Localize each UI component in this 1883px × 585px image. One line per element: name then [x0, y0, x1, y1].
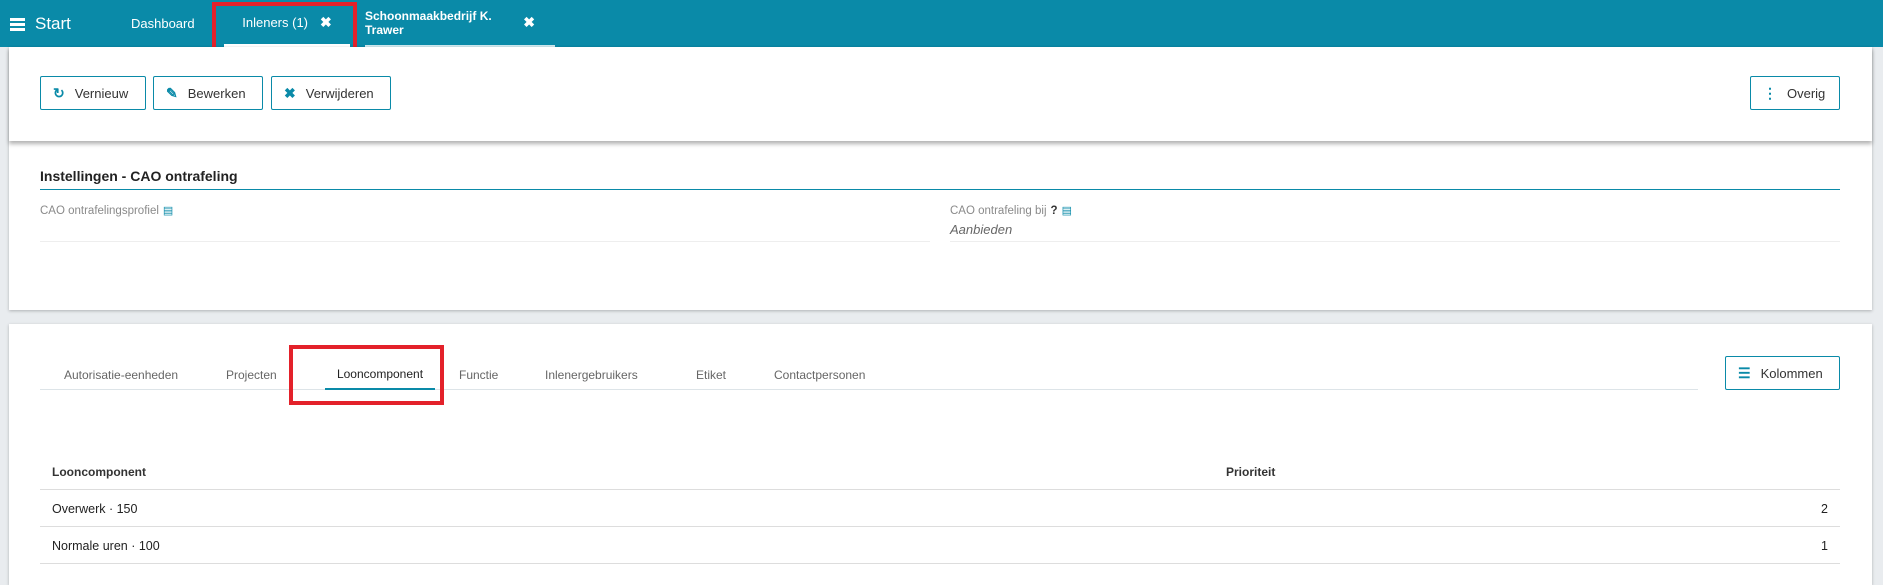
detail-panel: Instellingen - CAO ontrafeling CAO ontra… — [9, 47, 1872, 310]
tab-inlenergebruikers[interactable]: Inlenergebruikers — [545, 360, 638, 389]
columns-button[interactable]: ☰ Kolommen — [1725, 356, 1840, 390]
tab-functie[interactable]: Functie — [459, 360, 498, 389]
action-toolbar: ↻ Vernieuw ✎ Bewerken ✖ Verwijderen ⋮ Ov… — [9, 47, 1872, 141]
refresh-button[interactable]: ↻ Vernieuw — [40, 76, 146, 110]
start-menu[interactable]: Start — [10, 14, 71, 34]
cell-prioriteit: 1 — [1821, 538, 1828, 553]
column-header-looncomponent[interactable]: Looncomponent — [52, 453, 146, 490]
field-underline — [40, 241, 930, 242]
tab-inleners[interactable]: Inleners (1) ✖ — [224, 0, 350, 47]
help-icon[interactable]: ? — [1051, 205, 1058, 217]
delete-label: Verwijderen — [305, 85, 374, 101]
book-icon[interactable]: ▤ — [1062, 205, 1072, 217]
table-row[interactable]: Overwerk · 150 2 — [40, 490, 1840, 527]
delete-button[interactable]: ✖ Verwijderen — [271, 76, 391, 110]
refresh-label: Vernieuw — [74, 85, 129, 101]
cell-looncomponent: Normale uren · 100 — [52, 538, 160, 553]
field-cao-ontrafelingsprofiel: CAO ontrafelingsprofiel ▤ — [40, 204, 173, 217]
hamburger-icon — [10, 18, 25, 31]
more-vertical-icon: ⋮ — [1763, 84, 1777, 101]
columns-label: Kolommen — [1760, 365, 1823, 381]
tab-projecten[interactable]: Projecten — [226, 360, 277, 389]
column-header-prioriteit[interactable]: Prioriteit — [1226, 453, 1275, 490]
cell-looncomponent: Overwerk · 150 — [52, 501, 138, 516]
close-icon[interactable]: ✖ — [523, 14, 535, 31]
field-label: CAO ontrafeling bij — [950, 205, 1047, 217]
more-label: Overig — [1787, 85, 1826, 101]
refresh-icon: ↻ — [53, 84, 65, 101]
tab-looncomponent[interactable]: Looncomponent — [325, 360, 435, 390]
related-panel: Autorisatie-eenheden Projecten Looncompo… — [9, 324, 1872, 585]
table-header: Looncomponent Prioriteit — [40, 453, 1840, 490]
edit-label: Bewerken — [187, 85, 246, 101]
close-icon[interactable]: ✖ — [320, 14, 332, 31]
edit-button[interactable]: ✎ Bewerken — [153, 76, 263, 110]
section-title: Instellingen - CAO ontrafeling — [40, 168, 238, 184]
tab-etiket[interactable]: Etiket — [696, 360, 726, 389]
subtab-bar: Autorisatie-eenheden Projecten Looncompo… — [40, 360, 1698, 390]
table-row[interactable]: Normale uren · 100 1 — [40, 527, 1840, 564]
tab-dashboard-label: Dashboard — [131, 16, 195, 31]
more-button[interactable]: ⋮ Overig — [1750, 76, 1840, 110]
tab-dashboard[interactable]: Dashboard — [131, 0, 195, 47]
section-divider — [40, 189, 1840, 190]
cell-prioriteit: 2 — [1821, 501, 1828, 516]
list-icon: ☰ — [1738, 364, 1751, 381]
book-icon[interactable]: ▤ — [163, 205, 173, 217]
tab-contactpersonen[interactable]: Contactpersonen — [774, 360, 865, 389]
field-underline — [950, 241, 1840, 242]
tab-inleners-label: Inleners (1) — [242, 14, 308, 30]
tab-autorisatie-eenheden[interactable]: Autorisatie-eenheden — [64, 360, 178, 389]
field-label: CAO ontrafelingsprofiel — [40, 205, 159, 217]
tab-schoonmaakbedrijf-label: Schoonmaakbedrijf K. Trawer — [365, 8, 492, 37]
cross-icon: ✖ — [284, 84, 296, 101]
tab-schoonmaakbedrijf[interactable]: Schoonmaakbedrijf K. Trawer ✖ — [365, 0, 555, 47]
start-label: Start — [35, 14, 71, 33]
top-bar: Start Dashboard Inleners (1) ✖ Schoonmaa… — [0, 0, 1883, 47]
field-cao-ontrafeling-bij: CAO ontrafeling bij? ▤ — [950, 204, 1072, 217]
field-value: Aanbieden — [950, 222, 1013, 237]
pencil-icon: ✎ — [166, 84, 178, 101]
